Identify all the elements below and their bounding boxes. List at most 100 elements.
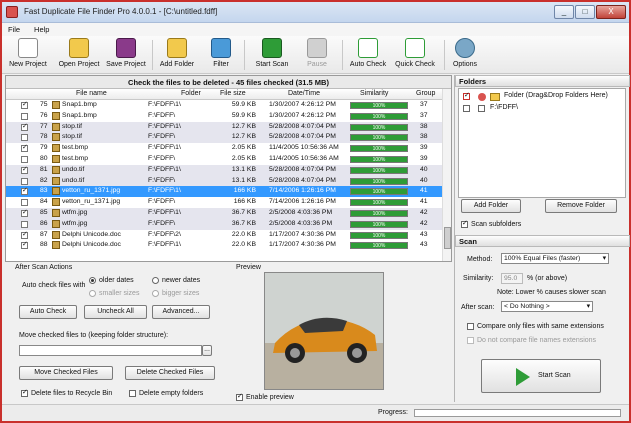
row-checkbox[interactable] (21, 186, 28, 197)
scan-subfolders-checkbox[interactable] (461, 219, 468, 228)
table-row[interactable]: 84 vetton_ru_1371.jpg F:\FDFF\ 166 KB 7/14/2… (6, 197, 442, 208)
row-checkbox[interactable] (21, 177, 28, 185)
row-checkbox[interactable] (21, 199, 28, 207)
row-group: 39 (420, 154, 428, 162)
row-checkbox[interactable] (21, 143, 28, 154)
bigger-sizes-radio[interactable] (152, 290, 159, 297)
folder-checkbox[interactable] (478, 105, 485, 112)
older-dates-radio[interactable] (89, 277, 96, 284)
table-row[interactable]: 79 test.bmp F:\FDFF\1\ 2.05 KB 11/4/2005 10:… (6, 143, 442, 154)
row-checkbox[interactable] (21, 165, 28, 176)
table-row[interactable]: 80 test.bmp F:\FDFF\ 2.05 KB 11/4/2005 10:56… (6, 154, 442, 165)
pause-button[interactable]: Pause (302, 38, 332, 72)
add-folder-button[interactable]: Add Folder (158, 38, 196, 72)
table-row[interactable]: 82 undo.tif F:\FDFF\ 13.1 KB 5/28/2008 4:07:… (6, 175, 442, 187)
options-button[interactable]: Options (450, 38, 480, 72)
maximize-button[interactable]: □ (575, 5, 595, 19)
row-date-time: 1/30/2007 4:26:12 PM (269, 101, 336, 108)
method-select[interactable]: 100% Equal Files (faster) ▾ (501, 253, 609, 264)
similarity-bar: 100% (350, 112, 408, 120)
minimize-button[interactable]: _ (554, 5, 574, 19)
new-project-button[interactable]: New Project (8, 38, 48, 72)
table-row[interactable]: 81 undo.tif F:\FDFF\1\ 13.1 KB 5/28/2008 4:0… (6, 164, 442, 176)
file-type-icon (52, 154, 60, 163)
row-number: 82 (40, 176, 48, 184)
new-project-icon (18, 38, 38, 58)
delete-checked-files-button[interactable]: Delete Checked Files (125, 366, 215, 380)
table-row[interactable]: 78 stop.tif F:\FDFF\ 12.7 KB 5/28/2008 4:07:… (6, 132, 442, 144)
row-checkbox[interactable] (21, 220, 28, 228)
auto-check-toolbar-button[interactable]: Auto Check (348, 38, 388, 72)
quick-check-button[interactable]: Quick Check (394, 38, 436, 72)
uncheck-all-button[interactable]: Uncheck All (84, 305, 147, 319)
menu-bar: File Help (2, 23, 629, 36)
start-scan-button[interactable]: Start Scan (481, 359, 601, 393)
row-checkbox[interactable] (21, 122, 28, 132)
results-panel: Check the files to be deleted - 45 files… (5, 75, 452, 262)
filter-button[interactable]: Filter (206, 38, 236, 72)
col-file-name[interactable]: File name (76, 90, 107, 97)
menu-help[interactable]: Help (28, 23, 55, 36)
folder-item[interactable]: F:\FDFF\ (462, 104, 622, 114)
folder-checkbox[interactable] (463, 105, 470, 112)
col-folder[interactable]: Folder (181, 90, 201, 97)
folder-checkbox[interactable] (463, 91, 470, 100)
col-group[interactable]: Group (416, 90, 435, 97)
table-row[interactable]: 86 wtfm.jpg F:\FDFF\ 36.7 KB 2/5/2008 4:03:3… (6, 218, 442, 230)
after-scan-select[interactable]: < Do Nothing > ▾ (501, 301, 593, 312)
row-group: 43 (420, 241, 428, 249)
start-scan-label: Start Scan (538, 372, 571, 379)
row-checkbox[interactable] (21, 112, 28, 120)
row-date-time: 11/4/2005 10:56:36 AM (269, 144, 339, 152)
table-row[interactable]: 83 vetton_ru_1371.jpg F:\FDFF\1\ 166 KB 7/14… (6, 186, 442, 197)
table-row[interactable]: 88 Delphi Unicode.doc F:\FDFF\1\ 22.0 KB 1/1… (6, 240, 442, 251)
table-row[interactable]: 87 Delphi Unicode.doc F:\FDFF\2\ 22.0 KB 1/1… (6, 230, 442, 240)
table-row[interactable]: 76 Snap1.bmp F:\FDFF\ 59.9 KB 1/30/2007 4:26… (6, 111, 442, 122)
folder-item[interactable]: Folder (Drag&Drop Folders Here) (462, 91, 622, 102)
app-window: Fast Duplicate File Finder Pro 4.0.0.1 -… (0, 0, 631, 423)
open-project-button[interactable]: Open Project (58, 38, 100, 72)
move-checked-files-button[interactable]: Move Checked Files (19, 366, 113, 380)
move-destination-field[interactable] (19, 345, 202, 356)
row-checkbox[interactable] (21, 208, 28, 219)
row-date-time: 1/30/2007 4:26:12 PM (269, 111, 336, 119)
newer-dates-radio[interactable] (152, 277, 159, 284)
results-scrollbar[interactable] (442, 89, 451, 261)
add-folder-panel-button[interactable]: Add Folder (461, 199, 521, 213)
row-file-size: 59.9 KB (231, 111, 256, 119)
compare-same-ext-label: Compare only files with same extensions (477, 323, 604, 330)
delete-empty-folders-checkbox[interactable] (129, 390, 136, 397)
col-file-size[interactable]: File size (220, 90, 246, 97)
table-row[interactable]: 77 stop.tif F:\FDFF\1\ 12.7 KB 5/28/2008 4:0… (6, 121, 442, 132)
row-file-name: wtfm.jpg (62, 208, 88, 216)
recycle-bin-checkbox[interactable] (21, 388, 28, 397)
save-project-label: Save Project (106, 61, 146, 68)
start-scan-toolbar-button[interactable]: Start Scan (252, 38, 292, 72)
browse-button[interactable]: ... (202, 345, 212, 356)
remove-folder-button[interactable]: Remove Folder (545, 199, 617, 213)
row-date-time: 1/17/2007 4:30:36 PM (269, 241, 336, 249)
no-compare-names-checkbox[interactable] (467, 337, 474, 344)
advanced-button[interactable]: Advanced... (152, 305, 210, 319)
row-checkbox[interactable] (21, 155, 28, 163)
auto-check-button[interactable]: Auto Check (19, 305, 77, 319)
row-checkbox[interactable] (21, 134, 28, 142)
menu-file[interactable]: File (2, 23, 26, 36)
enable-preview-checkbox[interactable] (236, 392, 243, 401)
col-similarity[interactable]: Similarity (360, 90, 388, 97)
save-project-button[interactable]: Save Project (106, 38, 146, 72)
table-row[interactable]: 75 Snap1.bmp F:\FDFF\1\ 59.9 KB 1/30/2007 4:… (6, 100, 442, 111)
compare-same-ext-checkbox[interactable] (467, 323, 474, 330)
scrollbar-thumb[interactable] (444, 227, 451, 249)
smaller-sizes-radio[interactable] (89, 290, 96, 297)
close-button[interactable]: X (596, 5, 626, 19)
col-date-time[interactable]: Date/Time (288, 90, 320, 97)
table-row[interactable]: 85 wtfm.jpg F:\FDFF\1\ 36.7 KB 2/5/2008 4:03… (6, 207, 442, 219)
toolbar-separator (152, 40, 153, 70)
row-checkbox[interactable] (21, 240, 28, 251)
similarity-bar: 100% (350, 102, 408, 109)
row-checkbox[interactable] (21, 100, 28, 111)
row-checkbox[interactable] (21, 230, 28, 240)
similarity-input[interactable]: 95.0 (501, 273, 523, 284)
add-folder-label: Add Folder (159, 61, 195, 68)
